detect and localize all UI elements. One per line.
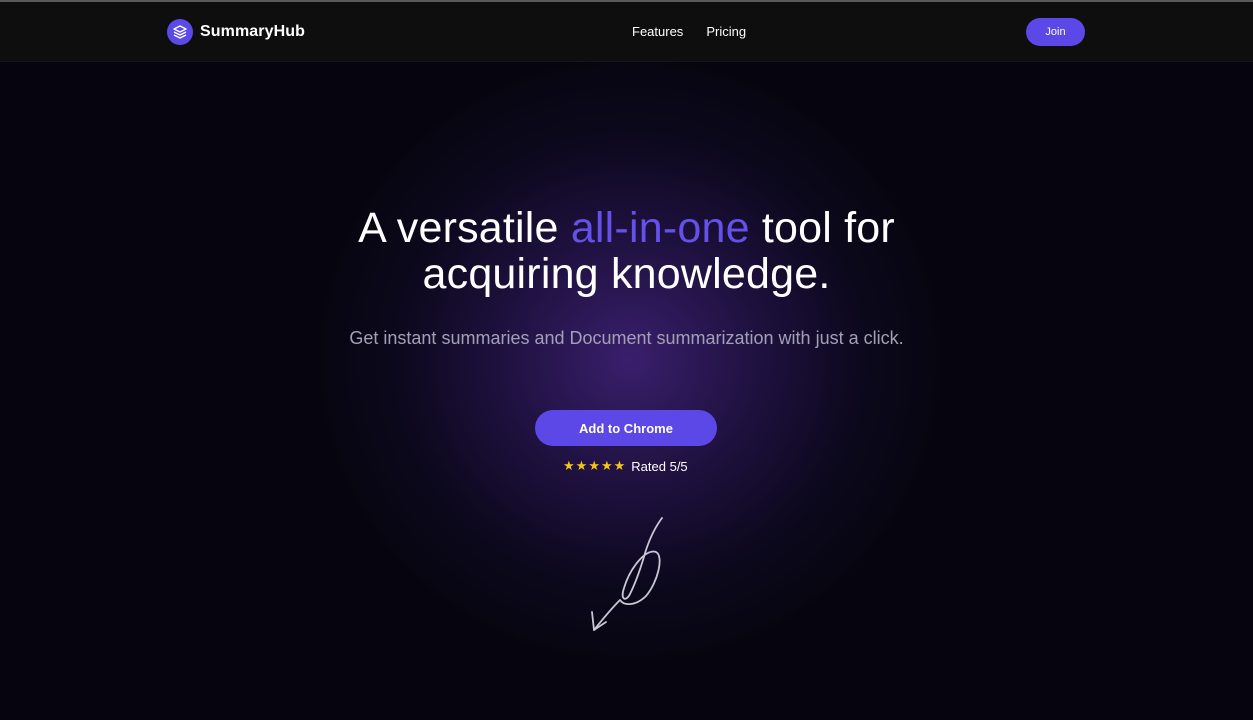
rating-stars: ★ ★ ★ ★ ★: [563, 458, 625, 474]
landing-page: SummaryHub Features Pricing Join A versa…: [0, 0, 1253, 720]
star-icon: ★: [613, 458, 626, 473]
nav-link-features[interactable]: Features: [632, 24, 683, 39]
brand-name: SummaryHub: [200, 23, 306, 40]
hero-title-before: A versatile: [358, 204, 571, 252]
hero-title-line2: acquiring knowledge.: [422, 250, 831, 298]
star-icon: ★: [588, 458, 600, 473]
rating-text: Rated 5/5: [631, 458, 688, 474]
layers-icon: [167, 19, 193, 45]
hand-drawn-arrow-icon: [591, 517, 663, 631]
hero-subtitle: Get instant summaries and Document summa…: [349, 328, 904, 348]
star-icon: ★: [575, 458, 588, 473]
nav-link-pricing[interactable]: Pricing: [706, 24, 746, 39]
navbar: SummaryHub Features Pricing Join: [0, 2, 1253, 62]
rating: ★ ★ ★ ★ ★ Rated 5/5: [563, 458, 688, 474]
hero-title-accent: all-in-one: [570, 204, 750, 252]
nav-links: Features Pricing: [632, 24, 746, 39]
hero-title: A versatile all-in-one tool for acquirin…: [0, 205, 1253, 297]
brand-home-link[interactable]: SummaryHub: [167, 19, 305, 45]
add-to-chrome-button[interactable]: Add to Chrome: [535, 410, 717, 446]
star-icon: ★: [563, 458, 575, 473]
hero-title-after: tool for: [749, 204, 895, 252]
star-icon: ★: [600, 458, 613, 473]
join-button[interactable]: Join: [1026, 18, 1085, 46]
